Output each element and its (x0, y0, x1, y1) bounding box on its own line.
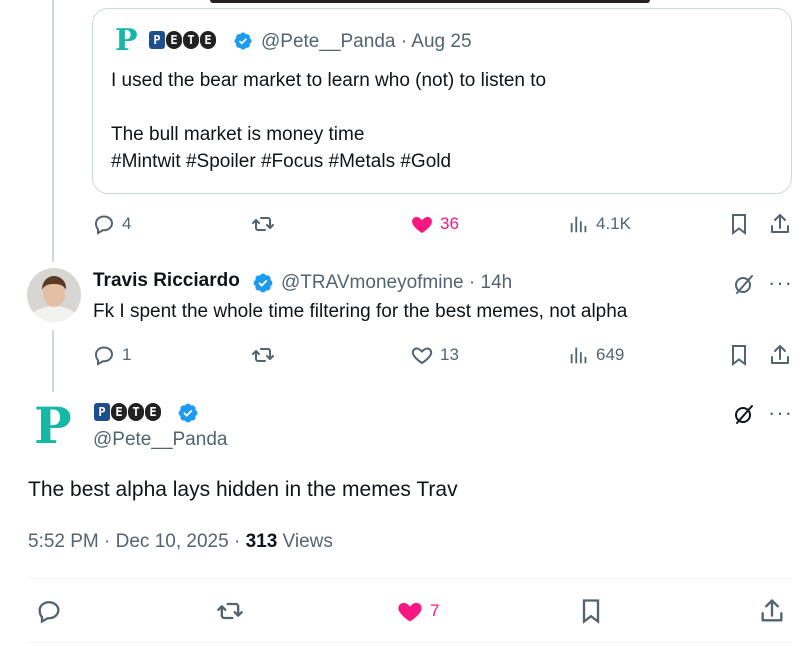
heart-outline-icon (411, 347, 433, 365)
main-timestamp[interactable]: 5:52 PM · Dec 10, 2025 · (28, 531, 240, 552)
heart-filled-icon (398, 602, 422, 622)
more-options-icon[interactable]: ··· (768, 270, 793, 296)
grok-icon[interactable] (732, 402, 756, 426)
analytics-icon (570, 216, 587, 233)
like-button[interactable]: 13 (410, 343, 459, 367)
repost-button[interactable] (250, 212, 276, 236)
quoted-text-line2: The bull market is money time (111, 124, 365, 145)
main-post-text: The best alpha lays hidden in the memes … (28, 478, 458, 501)
thread-line (52, 330, 54, 392)
quoted-date[interactable]: Aug 25 (411, 31, 471, 52)
view-count: 649 (596, 345, 625, 364)
bookmark-icon[interactable] (577, 597, 605, 625)
pete-name-badge[interactable]: P E T E (94, 403, 161, 421)
repost-icon[interactable] (215, 597, 245, 625)
separator-dot: · (400, 31, 408, 52)
reply-icon[interactable] (35, 597, 63, 625)
more-options-icon[interactable]: ··· (768, 400, 793, 426)
like-button[interactable]: 36 (410, 212, 459, 236)
repost-icon (252, 217, 274, 231)
quoted-tweet-card[interactable]: P P E T E @Pete__Panda · Aug 25 I used t… (92, 8, 792, 194)
divider (28, 642, 792, 643)
like-count: 36 (440, 214, 459, 233)
verified-badge-icon (178, 403, 198, 423)
views-button[interactable]: 4.1K (568, 212, 631, 236)
like-count: 13 (440, 345, 459, 364)
pete-logo-avatar[interactable]: P (34, 398, 72, 454)
avatar[interactable] (27, 268, 81, 322)
quoted-text-line1: I used the bear market to learn who (not… (111, 70, 547, 91)
pete-logo-avatar: P (115, 23, 138, 58)
reply-author-name[interactable]: Travis Ricciardo (93, 270, 240, 291)
repost-button[interactable] (250, 343, 276, 367)
reply-button[interactable]: 1 (92, 343, 131, 367)
main-views-count: 313 (245, 531, 278, 552)
embedded-image-edge (210, 0, 650, 3)
quoted-handle[interactable]: @Pete__Panda (261, 31, 395, 52)
thread-line (52, 0, 54, 262)
views-button[interactable]: 649 (568, 343, 624, 367)
reply-time[interactable]: 14h (481, 272, 513, 293)
heart-filled-icon (412, 217, 432, 233)
repost-icon (252, 348, 274, 362)
divider (28, 578, 792, 579)
bookmark-icon[interactable] (727, 212, 751, 236)
verified-badge-icon (253, 273, 273, 293)
verified-badge-icon (234, 32, 252, 50)
share-icon[interactable] (768, 343, 792, 367)
main-handle[interactable]: @Pete__Panda (93, 429, 227, 451)
reply-count: 1 (122, 345, 132, 364)
like-count: 7 (430, 601, 440, 620)
bookmark-icon[interactable] (727, 343, 751, 367)
reply-text: Fk I spent the whole time filtering for … (93, 301, 628, 322)
reply-count: 4 (122, 214, 132, 233)
reply-button[interactable]: 4 (92, 212, 131, 236)
reply-handle[interactable]: @TRAVmoneyofmine (281, 272, 464, 293)
separator-dot: · (468, 272, 476, 293)
main-views-label: Views (282, 531, 333, 552)
quoted-hashtags[interactable]: #Mintwit #Spoiler #Focus #Metals #Gold (111, 148, 451, 175)
share-icon[interactable] (768, 212, 792, 236)
share-icon[interactable] (758, 597, 786, 625)
reply-icon (94, 215, 114, 235)
pete-name-badge: P E T E (149, 31, 216, 49)
like-button[interactable]: 7 (396, 597, 439, 625)
view-count: 4.1K (596, 214, 631, 233)
grok-icon[interactable] (732, 272, 756, 296)
reply-icon (94, 346, 114, 366)
analytics-icon (570, 347, 587, 364)
